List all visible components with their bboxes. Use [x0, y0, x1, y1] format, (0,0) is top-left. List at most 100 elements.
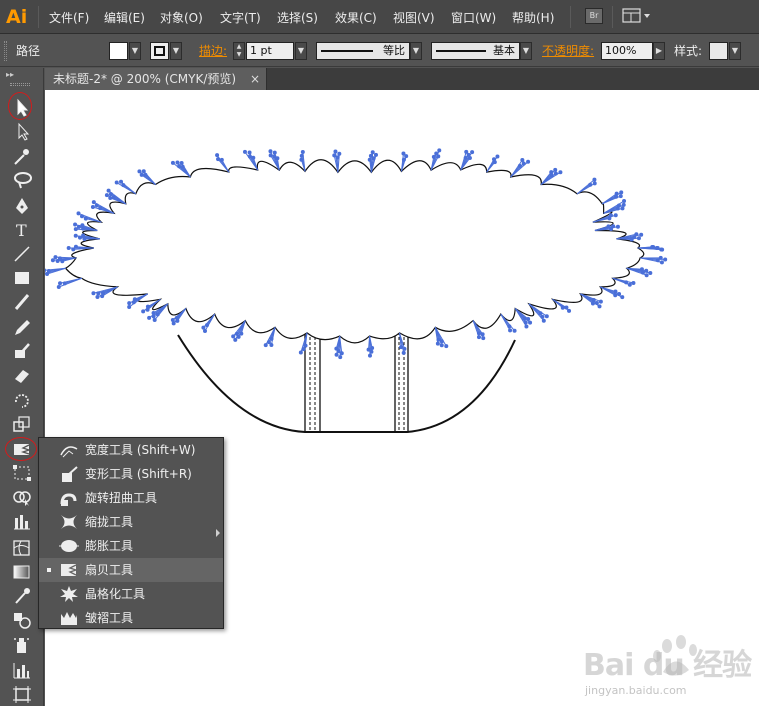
flyout-item-warp[interactable]: 变形工具 (Shift+R)	[39, 462, 223, 486]
direction-handle-point[interactable]	[45, 268, 47, 273]
close-tab-icon[interactable]: ×	[250, 68, 260, 90]
direction-handle-point[interactable]	[141, 309, 146, 314]
direction-handle-point[interactable]	[127, 301, 132, 306]
direction-handle-point[interactable]	[201, 325, 206, 330]
direction-handle-point[interactable]	[541, 318, 546, 323]
fill-swatch[interactable]	[109, 42, 128, 60]
direction-handle-point[interactable]	[660, 247, 665, 252]
arrange-documents-button[interactable]	[622, 8, 652, 24]
direction-handle-point[interactable]	[435, 341, 440, 346]
flyout-item-pucker[interactable]: 缩拢工具	[39, 510, 223, 534]
mesh-tool[interactable]	[11, 538, 33, 558]
direction-handle-point[interactable]	[175, 160, 180, 165]
stroke-swatch[interactable]	[150, 42, 169, 60]
direction-handle-point[interactable]	[215, 153, 220, 158]
rotate-tool[interactable]	[11, 390, 33, 410]
direction-handle-point[interactable]	[526, 159, 531, 164]
column-graph-tool[interactable]	[11, 660, 33, 680]
menu-help[interactable]: 帮助(H)	[512, 9, 554, 27]
free-transform-tool[interactable]	[11, 463, 33, 483]
direction-handle-point[interactable]	[338, 355, 343, 360]
direction-handle-point[interactable]	[333, 149, 338, 154]
flyout-item-scallop[interactable]: 扇贝工具	[39, 558, 223, 582]
direction-handle-point[interactable]	[91, 291, 96, 296]
fill-dropdown[interactable]: ▼	[129, 42, 141, 60]
flyout-item-bloat[interactable]: 膨胀工具	[39, 534, 223, 558]
menu-select[interactable]: 选择(S)	[277, 9, 318, 27]
menu-effect[interactable]: 效果(C)	[335, 9, 377, 27]
direction-handle-point[interactable]	[399, 345, 404, 350]
direction-handle-point[interactable]	[436, 154, 441, 159]
artboard-tool[interactable]	[11, 684, 33, 704]
direction-handle-point[interactable]	[334, 352, 339, 357]
direction-handle-point[interactable]	[147, 315, 152, 320]
direction-handle-point[interactable]	[152, 317, 157, 322]
direction-handle-point[interactable]	[621, 202, 626, 207]
direction-handle-point[interactable]	[145, 304, 150, 309]
direction-handle-point[interactable]	[141, 169, 146, 174]
menu-view[interactable]: 视图(V)	[393, 9, 435, 27]
direction-handle-point[interactable]	[272, 150, 277, 155]
direction-handle-point[interactable]	[401, 350, 406, 355]
symbol-sprayer-tool[interactable]	[11, 635, 33, 655]
direction-handle-point[interactable]	[620, 206, 625, 211]
opacity-panel-link[interactable]: 不透明度:	[542, 43, 594, 60]
direction-handle-point[interactable]	[590, 301, 595, 306]
direction-handle-point[interactable]	[298, 350, 303, 355]
direction-handle-point[interactable]	[219, 157, 224, 162]
direction-handle-point[interactable]	[90, 204, 95, 209]
direction-handle-point[interactable]	[137, 169, 142, 174]
collapse-panel-icon[interactable]: ▸▸	[6, 70, 14, 79]
direction-handle-point[interactable]	[627, 282, 632, 287]
stroke-weight-field[interactable]: 1 pt	[246, 42, 294, 60]
variable-width-profile[interactable]: 等比	[316, 42, 410, 60]
direction-handle-point[interactable]	[58, 281, 63, 286]
direction-handle-point[interactable]	[476, 335, 481, 340]
direction-handle-point[interactable]	[334, 346, 339, 351]
direction-handle-point[interactable]	[659, 260, 664, 265]
direction-handle-point[interactable]	[263, 343, 268, 348]
direction-handle-point[interactable]	[170, 160, 175, 165]
stroke-weight-stepper[interactable]: ▲ ▼	[233, 42, 245, 60]
direction-handle-point[interactable]	[639, 232, 644, 237]
direction-handle-point[interactable]	[553, 167, 558, 172]
direction-handle-point[interactable]	[520, 158, 525, 163]
direct-selection-tool[interactable]	[11, 122, 33, 142]
pen-tool[interactable]	[11, 196, 33, 216]
blob-brush-tool[interactable]	[11, 341, 33, 361]
direction-handle-point[interactable]	[622, 199, 627, 204]
stroke-dropdown[interactable]: ▼	[170, 42, 182, 60]
direction-handle-point[interactable]	[233, 337, 238, 342]
brush-definition[interactable]: 基本	[431, 42, 520, 60]
direction-handle-point[interactable]	[619, 190, 624, 195]
shape-builder-tool[interactable]	[11, 487, 33, 507]
graph-tool[interactable]	[11, 512, 33, 532]
direction-handle-point[interactable]	[644, 273, 649, 278]
direction-handle-point[interactable]	[613, 293, 618, 298]
scale-tool[interactable]	[11, 414, 33, 434]
direction-handle-point[interactable]	[171, 321, 176, 326]
direction-handle-point[interactable]	[73, 244, 78, 249]
direction-handle-point[interactable]	[631, 281, 636, 286]
stroke-weight-dropdown[interactable]: ▼	[295, 42, 307, 60]
direction-handle-point[interactable]	[613, 213, 618, 218]
eraser-tool[interactable]	[11, 365, 33, 385]
direction-handle-point[interactable]	[373, 152, 378, 157]
direction-handle-point[interactable]	[119, 179, 124, 184]
line-segment-tool[interactable]	[11, 244, 33, 264]
direction-handle-point[interactable]	[337, 151, 342, 156]
direction-handle-point[interactable]	[544, 314, 549, 319]
direction-handle-point[interactable]	[615, 224, 620, 229]
rectangle-tool[interactable]	[11, 268, 33, 288]
direction-handle-point[interactable]	[528, 320, 533, 325]
direction-handle-point[interactable]	[53, 255, 58, 260]
direction-handle-point[interactable]	[512, 328, 517, 333]
pencil-tool[interactable]	[11, 317, 33, 337]
direction-handle-point[interactable]	[470, 150, 475, 155]
direction-handle-point[interactable]	[597, 304, 602, 309]
direction-handle-point[interactable]	[439, 343, 444, 348]
eyedropper-tool[interactable]	[11, 586, 33, 606]
direction-handle-point[interactable]	[66, 246, 71, 250]
direction-handle-point[interactable]	[127, 304, 132, 309]
bridge-button[interactable]: Br	[585, 8, 603, 24]
